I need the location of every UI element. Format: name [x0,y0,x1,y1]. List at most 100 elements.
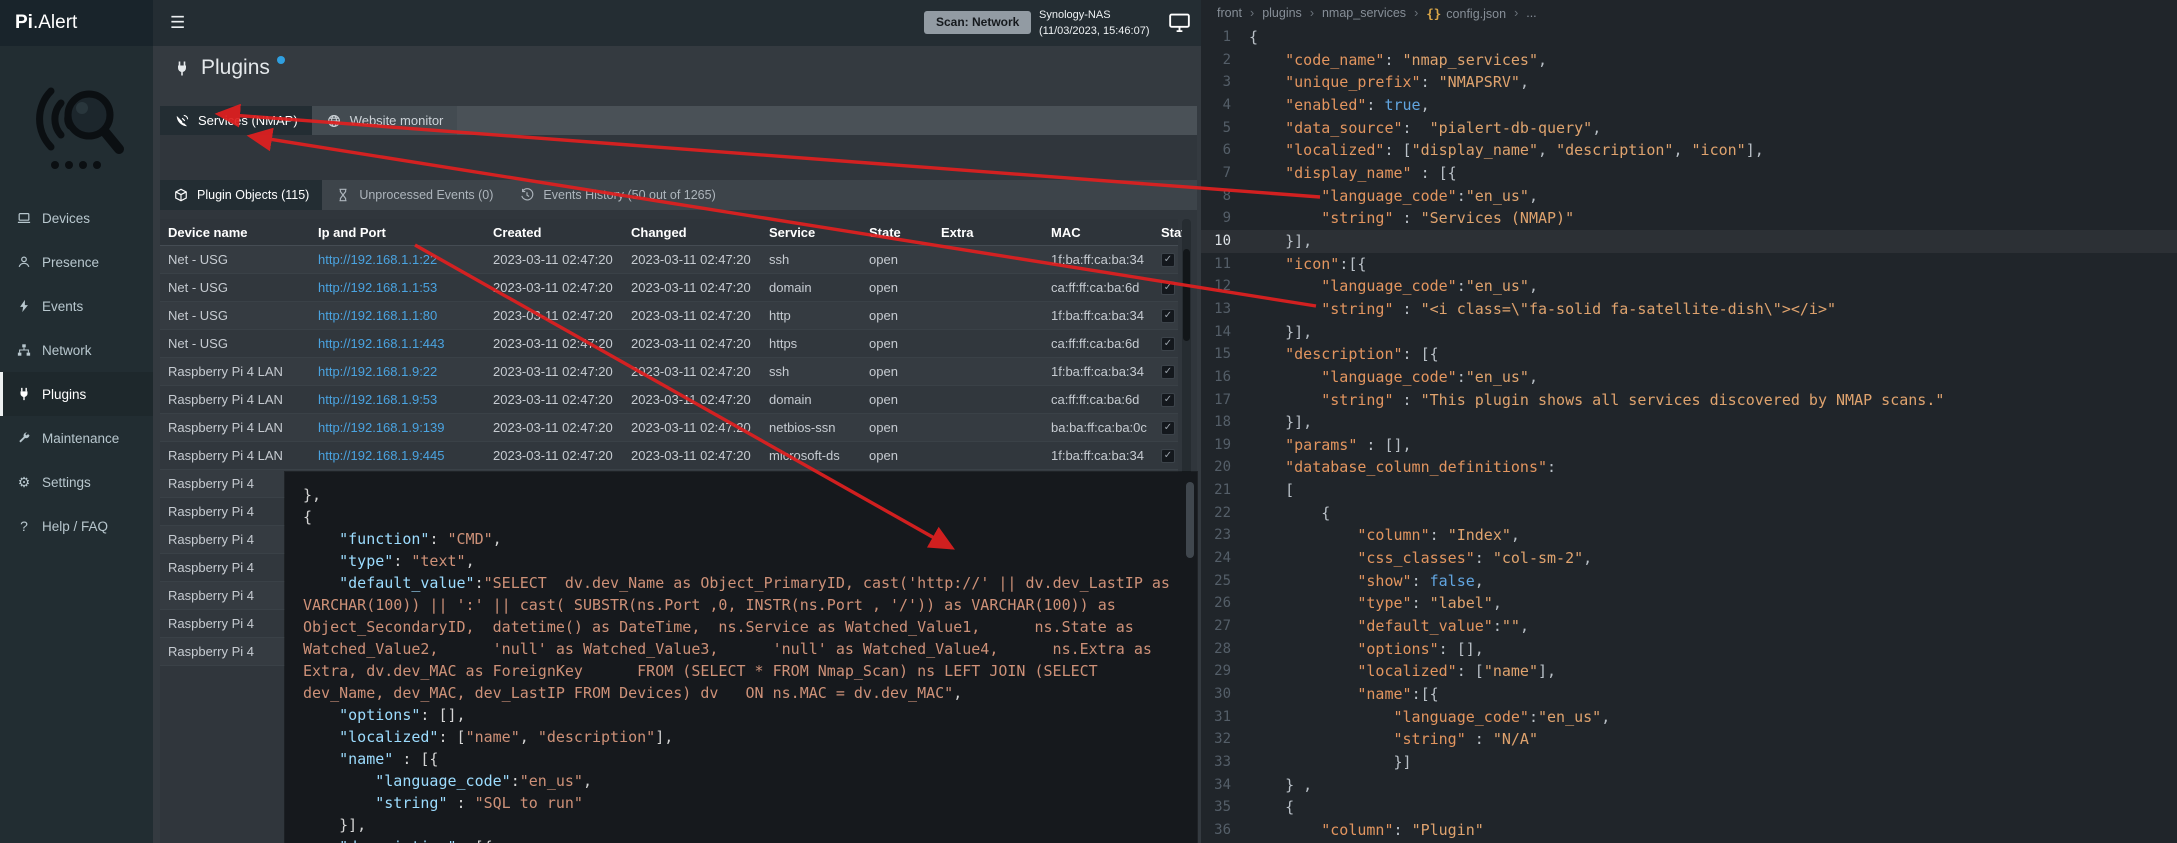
row-checkbox[interactable]: ✓ [1161,337,1175,351]
row-checkbox[interactable]: ✓ [1161,365,1175,379]
cell-mac: 1f:ba:ff:ca:ba:34 [1043,364,1153,379]
network-icon [16,342,32,358]
code-line: 16 "language_code":"en_us", [1201,366,2177,389]
line-number: 7 [1201,162,1249,185]
column-header-stat[interactable]: Stat [1153,225,1183,240]
cell-ip[interactable]: http://192.168.1.1:80 [310,308,485,323]
cell-device: Net - USG [160,280,310,295]
overlay-scrollbar-thumb[interactable] [1186,482,1194,558]
code-line: 25 "show": false, [1201,570,2177,593]
cell-created: 2023-03-11 02:47:20 [485,448,623,463]
breadcrumb-separator: › [1414,6,1418,20]
column-header-mac[interactable]: MAC [1043,225,1153,240]
column-header-changed[interactable]: Changed [623,225,761,240]
cell-state: open [861,420,933,435]
breadcrumb-item[interactable]: front [1217,6,1242,20]
plugin-tabs: Services (NMAP) Website monitor [160,106,1197,135]
line-number: 6 [1201,139,1249,162]
row-checkbox[interactable]: ✓ [1161,309,1175,323]
column-header-state[interactable]: State [861,225,933,240]
line-number: 13 [1201,298,1249,321]
row-checkbox[interactable]: ✓ [1161,421,1175,435]
cell-ip[interactable]: http://192.168.1.9:22 [310,364,485,379]
code-line: 24 "css_classes": "col-sm-2", [1201,547,2177,570]
subtab-label: Unprocessed Events (0) [359,188,493,202]
cell-ip[interactable]: http://192.168.1.1:53 [310,280,485,295]
sidebar-menu: Devices Presence EventsNetworkPluginsMaint… [0,196,153,548]
table-scrollbar-thumb[interactable] [1183,249,1190,341]
breadcrumb-item-label: config.json [1446,7,1506,21]
line-number: 26 [1201,592,1249,615]
hamburger-menu-icon[interactable]: ☰ [170,0,185,46]
cell-mac: ba:ba:ff:ca:ba:0c [1043,420,1153,435]
code-line: 36 "column": "Plugin" [1201,819,2177,842]
cell-state: open [861,364,933,379]
app-logo-text[interactable]: Pi.Alert [0,0,153,46]
cell-device: Raspberry Pi 4 LAN [160,448,310,463]
line-number: 36 [1201,819,1249,842]
cell-ip[interactable]: http://192.168.1.1:443 [310,336,485,351]
table-row: Raspberry Pi 4 LANhttp://192.168.1.9:532… [160,386,1178,414]
sidebar-item-settings[interactable]: ⚙Settings [0,460,153,504]
cell-ip[interactable]: http://192.168.1.9:139 [310,420,485,435]
sidebar-item-help-faq[interactable]: ?Help / FAQ [0,504,153,548]
sidebar-item-maintenance[interactable]: Maintenance [0,416,153,460]
host-name: Synology-NAS [1039,7,1150,23]
line-number: 34 [1201,774,1249,797]
column-header-ip-and-port[interactable]: Ip and Port [310,225,485,240]
tab-label: Services (NMAP) [198,113,298,128]
cell-service: netbios-ssn [761,420,861,435]
row-checkbox[interactable]: ✓ [1161,253,1175,267]
subtab-events-history-50-out-of-1265[interactable]: Events History (50 out of 1265) [506,180,728,210]
editor-code: 1{2 "code_name": "nmap_services",3 "uniq… [1201,26,2177,842]
breadcrumb-item[interactable]: ... [1526,6,1536,20]
breadcrumb-item[interactable]: plugins [1262,6,1302,20]
table-row: Raspberry Pi 4 LANhttp://192.168.1.9:445… [160,442,1178,470]
overlay-code-line: "default_value":"SELECT dv.dev_Name as O… [303,572,1179,704]
subtab-plugin-objects-115[interactable]: Plugin Objects (115) [160,180,322,210]
row-checkbox[interactable]: ✓ [1161,281,1175,295]
sidebar-item-devices[interactable]: Devices [0,196,153,240]
line-number: 21 [1201,479,1249,502]
code-line: 22 { [1201,502,2177,525]
cell-ip[interactable]: http://192.168.1.9:445 [310,448,485,463]
sidebar-item-plugins[interactable]: Plugins [0,372,153,416]
history-icon [519,187,535,203]
pialert-logo [0,46,153,196]
cell-changed: 2023-03-11 02:47:20 [623,392,761,407]
cell-mac: ca:ff:ff:ca:ba:6d [1043,280,1153,295]
user-icon [16,254,32,270]
tab-services-nmap[interactable]: Services (NMAP) [160,106,312,135]
sidebar-item-label: Help / FAQ [42,519,108,534]
column-header-device-name[interactable]: Device name [160,225,310,240]
code-line: 10 }], [1201,230,2177,253]
code-line: 11 "icon":[{ [1201,253,2177,276]
subtab-unprocessed-events-0[interactable]: Unprocessed Events (0) [322,180,506,210]
breadcrumb-item[interactable]: nmap_services [1322,6,1406,20]
line-number: 22 [1201,502,1249,525]
tab-website-monitor[interactable]: Website monitor [312,106,458,135]
column-header-service[interactable]: Service [761,225,861,240]
cell-ip[interactable]: http://192.168.1.1:22 [310,252,485,267]
sidebar-item-presence[interactable]: Presence [0,240,153,284]
column-header-created[interactable]: Created [485,225,623,240]
table-row: Raspberry Pi 4 LANhttp://192.168.1.9:139… [160,414,1178,442]
sidebar-item-label: Presence [42,255,99,270]
overlay-code-line: "options": [], [303,704,1179,726]
breadcrumb-item[interactable]: {}config.json [1426,6,1506,21]
column-header-extra[interactable]: Extra [933,225,1043,240]
sidebar-item-network[interactable]: Network [0,328,153,372]
brand-rest: .Alert [33,12,77,33]
line-number: 17 [1201,389,1249,412]
line-number: 30 [1201,683,1249,706]
cell-created: 2023-03-11 02:47:20 [485,420,623,435]
line-number: 9 [1201,207,1249,230]
table-row: Net - USGhttp://192.168.1.1:222023-03-11… [160,246,1178,274]
sidebar-item-events[interactable]: Events [0,284,153,328]
sidebar-item-label: Settings [42,475,91,490]
line-number: 33 [1201,751,1249,774]
row-checkbox[interactable]: ✓ [1161,449,1175,463]
plug-icon [16,386,32,402]
row-checkbox[interactable]: ✓ [1161,393,1175,407]
cell-ip[interactable]: http://192.168.1.9:53 [310,392,485,407]
